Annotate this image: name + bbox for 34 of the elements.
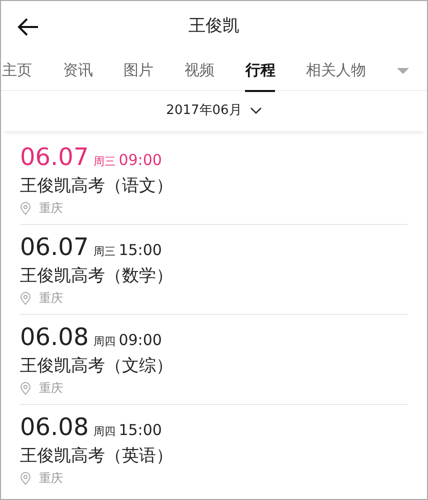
tab[interactable]: 主页 [2, 59, 32, 92]
event-date: 06.07 [20, 143, 89, 171]
tab[interactable]: 相关人物 [306, 59, 366, 92]
event-title: 王俊凯高考（语文） [20, 176, 173, 196]
tab[interactable]: 视频 [184, 59, 214, 92]
event-time: 09:00 [118, 330, 162, 351]
event-time: 09:00 [118, 150, 162, 171]
event-time: 15:00 [118, 240, 162, 261]
tab[interactable]: 图片 [124, 59, 154, 92]
event-location: 重庆 [39, 290, 63, 307]
location-pin-icon [20, 292, 31, 304]
location-pin-icon [20, 202, 31, 214]
event-weekday: 周三 [94, 244, 116, 260]
event-time: 15:00 [118, 420, 162, 441]
event-date: 06.07 [20, 233, 89, 261]
event-weekday: 周三 [94, 154, 116, 170]
chevron-down-icon [250, 107, 262, 115]
tab[interactable]: 行程 [245, 59, 276, 92]
event-date: 06.08 [20, 413, 89, 441]
month-picker[interactable]: 2017年06月 [160, 100, 268, 122]
event-weekday: 周四 [94, 424, 116, 440]
tab[interactable]: 资讯 [62, 59, 93, 92]
event-location: 重庆 [39, 380, 63, 397]
back-arrow-icon [17, 16, 39, 37]
event-title: 王俊凯高考（英语） [20, 446, 173, 466]
location-pin-icon [20, 382, 31, 394]
location-pin-icon [20, 472, 31, 484]
page-title: 王俊凯 [188, 16, 240, 36]
event-title: 王俊凯高考（数学） [20, 266, 173, 286]
event-date: 06.08 [20, 323, 89, 351]
event-location: 重庆 [39, 200, 63, 217]
event-weekday: 周四 [94, 334, 116, 350]
event-title: 王俊凯高考（文综） [20, 356, 173, 376]
event-location: 重庆 [39, 470, 63, 487]
